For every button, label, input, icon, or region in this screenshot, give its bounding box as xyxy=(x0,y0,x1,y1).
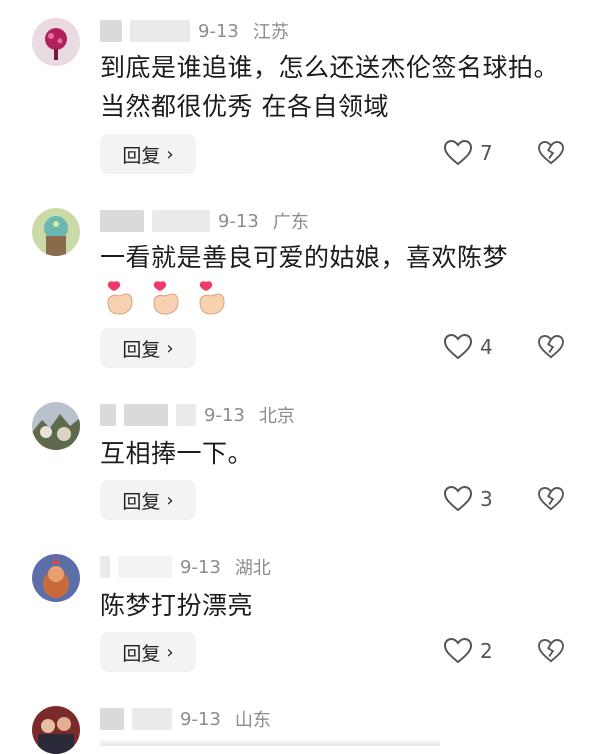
avatar[interactable] xyxy=(32,402,80,450)
reply-label: 回复 xyxy=(122,490,161,513)
finger-heart-emoji xyxy=(199,281,225,315)
username-redacted[interactable] xyxy=(100,708,124,730)
comment-text: 陈梦打扮漂亮 xyxy=(100,591,254,620)
avatar[interactable] xyxy=(32,554,80,602)
avatar[interactable] xyxy=(32,18,80,66)
username-redacted xyxy=(130,20,190,42)
heart-outline-icon xyxy=(444,140,472,166)
like-button[interactable]: 7 xyxy=(444,140,493,166)
comment-date: 9-13 xyxy=(218,210,259,232)
like-count: 2 xyxy=(480,639,493,663)
username-redacted[interactable] xyxy=(100,20,122,42)
comment-date: 9-13 xyxy=(180,556,221,578)
broken-heart-icon xyxy=(538,486,564,511)
username-redacted xyxy=(124,404,168,426)
username-redacted[interactable] xyxy=(100,556,110,578)
broken-heart-icon xyxy=(538,334,564,359)
comment-text: 到底是谁追谁，怎么还送杰伦签名球拍。当然都很优秀 在各自领域 xyxy=(100,53,560,121)
avatar[interactable] xyxy=(32,706,80,754)
like-button[interactable]: 2 xyxy=(444,638,493,664)
username-redacted[interactable] xyxy=(100,210,144,232)
chevron-right-icon: › xyxy=(166,143,174,165)
comment-text: 一看就是善良可爱的姑娘，喜欢陈梦 xyxy=(100,243,509,272)
like-button[interactable]: 3 xyxy=(444,486,493,512)
comment-meta: 9-13 江苏 xyxy=(100,18,303,44)
like-count: 7 xyxy=(480,141,493,165)
comment-date: 9-13 xyxy=(198,20,239,42)
finger-heart-emoji xyxy=(153,281,179,315)
broken-heart-icon xyxy=(538,140,564,165)
comment-meta: 9-13 湖北 xyxy=(100,554,285,580)
chevron-right-icon: › xyxy=(166,337,174,359)
username-redacted[interactable] xyxy=(100,404,116,426)
heart-outline-icon xyxy=(444,638,472,664)
reply-button[interactable]: 回复 › xyxy=(100,632,196,672)
heart-outline-icon xyxy=(444,486,472,512)
reply-button[interactable]: 回复 › xyxy=(100,134,196,174)
reply-label: 回复 xyxy=(122,144,161,167)
username-redacted xyxy=(176,404,196,426)
reply-button[interactable]: 回复 › xyxy=(100,328,196,368)
comment-location: 江苏 xyxy=(252,22,289,43)
username-redacted xyxy=(132,708,172,730)
like-button[interactable]: 4 xyxy=(444,334,493,360)
chevron-right-icon: › xyxy=(166,641,174,663)
avatar[interactable] xyxy=(32,208,80,256)
comment-meta: 9-13 北京 xyxy=(100,402,309,428)
comment-text: 互相捧一下。 xyxy=(100,439,254,468)
comment-location: 北京 xyxy=(258,406,295,427)
comment-location: 广东 xyxy=(272,212,309,233)
like-count: 4 xyxy=(480,335,493,359)
reply-button[interactable]: 回复 › xyxy=(100,480,196,520)
heart-outline-icon xyxy=(444,334,472,360)
username-redacted xyxy=(152,210,210,232)
dislike-button[interactable] xyxy=(538,140,564,169)
comment-meta: 9-13 广东 xyxy=(100,208,323,234)
comment-text-cutoff xyxy=(100,738,440,746)
emoji-row xyxy=(104,280,228,316)
finger-heart-emoji xyxy=(107,281,133,315)
like-count: 3 xyxy=(480,487,493,511)
dislike-button[interactable] xyxy=(538,486,564,515)
reply-label: 回复 xyxy=(122,642,161,665)
comment-date: 9-13 xyxy=(204,404,245,426)
chevron-right-icon: › xyxy=(166,489,174,511)
reply-label: 回复 xyxy=(122,338,161,361)
comment-date: 9-13 xyxy=(180,708,221,730)
comment-location: 湖北 xyxy=(234,558,271,579)
username-redacted xyxy=(118,556,172,578)
dislike-button[interactable] xyxy=(538,334,564,363)
comment-location: 山东 xyxy=(234,710,271,731)
dislike-button[interactable] xyxy=(538,638,564,667)
comment-meta: 9-13 山东 xyxy=(100,706,285,732)
broken-heart-icon xyxy=(538,638,564,663)
